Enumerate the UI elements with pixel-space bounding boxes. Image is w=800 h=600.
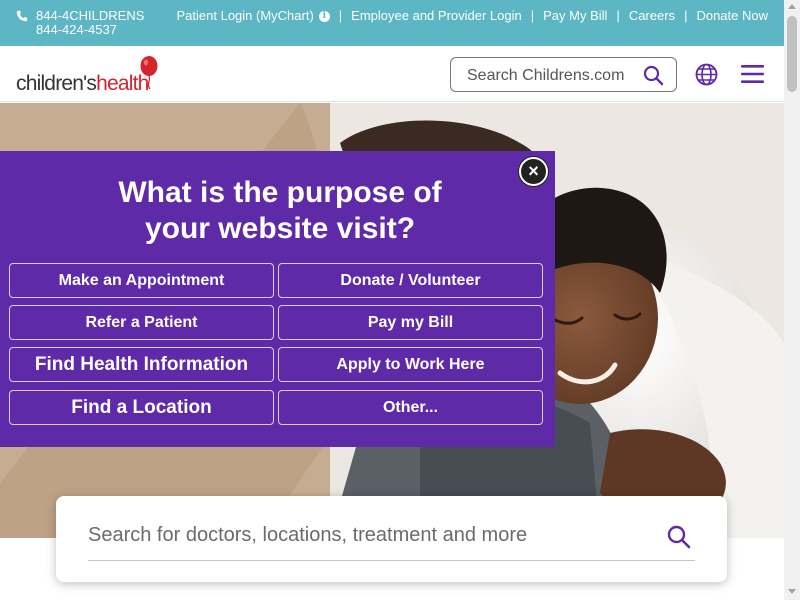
scroll-up-arrow-icon[interactable] <box>788 4 796 9</box>
donate-link[interactable]: Donate Now <box>696 9 768 23</box>
find-location-button[interactable]: Find a Location <box>9 390 274 425</box>
header-search-input[interactable]: Search Childrens.com <box>450 57 677 92</box>
find-health-info-button[interactable]: Find Health Information <box>9 347 274 382</box>
close-icon: × <box>528 161 539 181</box>
search-icon[interactable] <box>667 525 691 549</box>
globe-icon[interactable] <box>695 63 718 86</box>
employee-login-link[interactable]: Employee and Provider Login <box>351 9 522 23</box>
scroll-down-arrow-icon[interactable] <box>788 589 796 594</box>
modal-title-line: your website visit? <box>144 212 416 245</box>
modal-title: What is the purpose of your website visi… <box>0 175 560 247</box>
apply-to-work-button[interactable]: Apply to Work Here <box>278 347 543 382</box>
pay-bill-link[interactable]: Pay My Bill <box>543 9 607 23</box>
search-underline <box>88 560 695 561</box>
patient-login-link[interactable]: Patient Login (MyChart) <box>177 9 314 23</box>
phone-icon <box>16 10 28 22</box>
page: 844-4CHILDRENS 844-424-4537 Patient Logi… <box>0 0 800 600</box>
info-icon[interactable]: i <box>318 10 330 22</box>
main-search-card: Search for doctors, locations, treatment… <box>56 496 727 582</box>
main-search-input[interactable]: Search for doctors, locations, treatment… <box>88 524 527 547</box>
modal-title-line: What is the purpose of <box>118 176 442 209</box>
link-separator: | <box>616 8 620 23</box>
donate-volunteer-button[interactable]: Donate / Volunteer <box>278 263 543 298</box>
link-separator: | <box>684 8 688 23</box>
phone-number-vanity[interactable]: 844-4CHILDRENS <box>36 9 144 23</box>
other-button[interactable]: Other... <box>278 390 543 425</box>
utility-bar: 844-4CHILDRENS 844-424-4537 Patient Logi… <box>0 0 784 46</box>
phone-number-digits[interactable]: 844-424-4537 <box>36 23 144 37</box>
site-header: children'shealth Search Childrens.com <box>0 46 784 102</box>
link-separator: | <box>530 8 535 23</box>
refer-patient-button[interactable]: Refer a Patient <box>9 305 274 340</box>
balloon-icon <box>140 56 158 90</box>
link-separator: | <box>338 8 343 23</box>
vertical-scrollbar[interactable] <box>784 0 800 600</box>
header-search-placeholder: Search Childrens.com <box>467 67 625 84</box>
careers-link[interactable]: Careers <box>629 9 675 23</box>
pay-bill-button[interactable]: Pay my Bill <box>278 305 543 340</box>
make-appointment-button[interactable]: Make an Appointment <box>9 263 274 298</box>
logo-wordmark: children'shealth <box>16 72 149 96</box>
menu-icon[interactable] <box>741 65 764 83</box>
phone-contact[interactable]: 844-4CHILDRENS 844-424-4537 <box>16 9 144 37</box>
logo-wordmark-part: children's <box>16 72 97 95</box>
utility-links: Patient Login (MyChart) i | Employee and… <box>177 9 769 23</box>
scrollbar-thumb[interactable] <box>787 16 797 92</box>
search-icon[interactable] <box>643 65 664 86</box>
modal-close-button[interactable]: × <box>519 157 548 186</box>
